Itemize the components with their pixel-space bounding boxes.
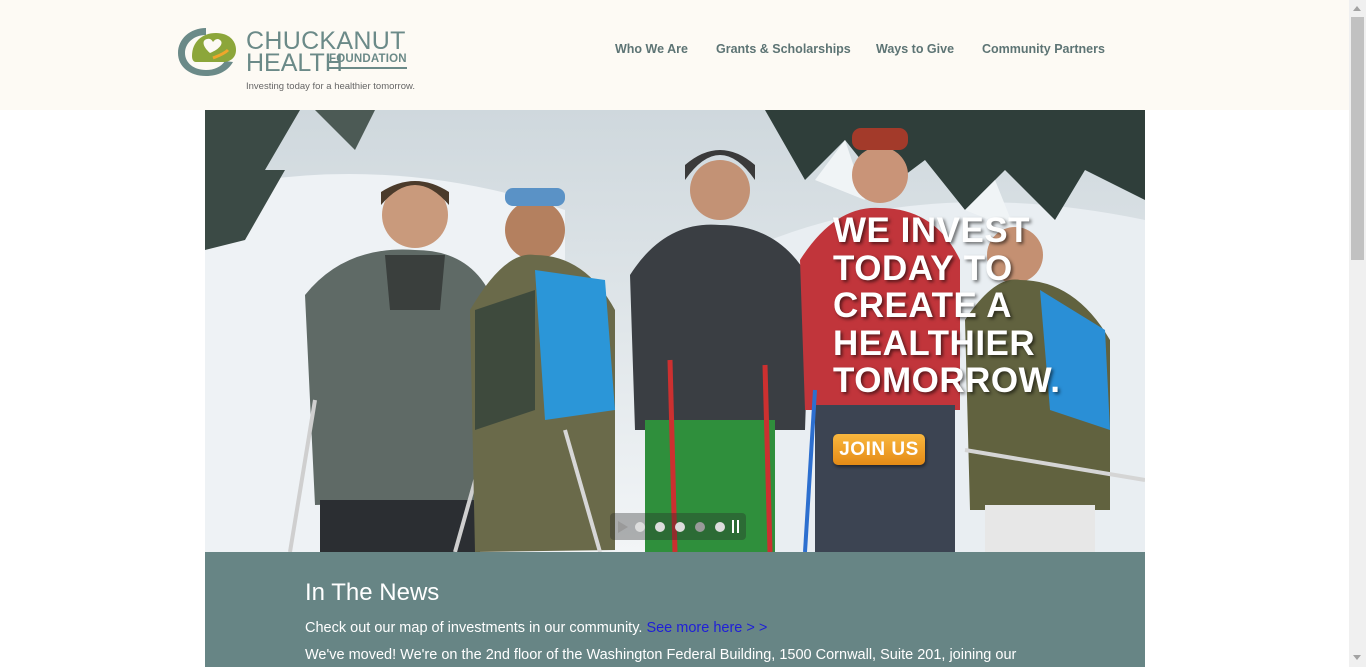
scroll-up-icon[interactable] (1353, 6, 1361, 11)
play-icon[interactable] (618, 521, 628, 533)
site-header: CHUCKANUT HEALTH FOUNDATION Investing to… (0, 0, 1349, 110)
news-section: In The News Check out our map of investm… (205, 552, 1145, 667)
pause-icon[interactable] (732, 520, 740, 533)
nav-item-community-partners[interactable]: Community Partners (982, 42, 1105, 56)
hero-headline: WE INVEST TODAY TO CREATE A HEALTHIER TO… (833, 211, 1061, 400)
brand-name-line3: FOUNDATION (329, 53, 407, 69)
nav-item-grants-scholarships[interactable]: Grants & Scholarships (716, 42, 851, 56)
see-more-link[interactable]: See more here > > (646, 620, 767, 636)
brand-tagline: Investing today for a healthier tomorrow… (246, 81, 415, 92)
scrollbar-thumb[interactable] (1351, 17, 1364, 260)
slide-dot-3[interactable] (675, 522, 685, 532)
slider-controls (610, 513, 746, 540)
slide-dot-1[interactable] (635, 522, 645, 532)
news-title: In The News (305, 579, 440, 606)
nav-item-who-we-are[interactable]: Who We Are (615, 42, 688, 56)
news-item-map: Check out our map of investments in our … (305, 620, 767, 636)
nav-item-ways-to-give[interactable]: Ways to Give (876, 42, 954, 56)
leaf-heart-icon (178, 28, 236, 76)
slide-dot-2[interactable] (655, 522, 665, 532)
site-logo[interactable]: CHUCKANUT HEALTH FOUNDATION Investing to… (176, 22, 436, 97)
page-scrollbar[interactable] (1349, 0, 1366, 667)
scroll-down-icon[interactable] (1353, 655, 1361, 660)
slide-dot-5[interactable] (715, 522, 725, 532)
news-item-map-text: Check out our map of investments in our … (305, 620, 643, 636)
slide-dot-4[interactable] (695, 522, 705, 532)
join-us-button[interactable]: JOIN US (833, 434, 925, 465)
news-item-moved: We've moved! We're on the 2nd floor of t… (305, 647, 1017, 663)
hero-slider: WE INVEST TODAY TO CREATE A HEALTHIER TO… (205, 110, 1145, 552)
